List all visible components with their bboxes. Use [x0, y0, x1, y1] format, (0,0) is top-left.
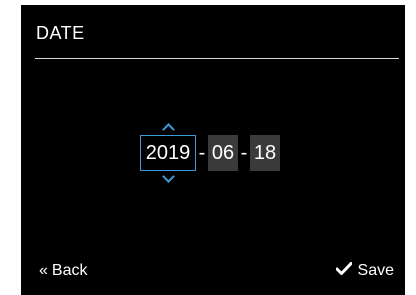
checkmark-icon [335, 262, 353, 280]
screen-title: DATE [36, 23, 85, 43]
chevron-up-icon[interactable] [162, 123, 175, 136]
date-screen: DATE 2019 - 06 - 18 « Back Save [21, 5, 405, 295]
day-value: 18 [253, 142, 277, 164]
date-picker: 2019 - 06 - 18 [140, 123, 280, 183]
chevron-down-icon[interactable] [162, 170, 175, 183]
year-field[interactable]: 2019 [140, 123, 196, 183]
double-chevron-left-icon: « [39, 262, 48, 279]
month-value: 06 [211, 142, 235, 164]
save-label: Save [357, 262, 394, 279]
day-field[interactable]: 18 [250, 135, 280, 171]
title-divider [35, 58, 399, 59]
save-button[interactable]: Save [335, 262, 394, 280]
date-separator: - [240, 142, 248, 164]
year-value: 2019 [145, 142, 191, 164]
date-separator: - [198, 142, 206, 164]
back-button[interactable]: « Back [39, 262, 87, 280]
month-field[interactable]: 06 [208, 135, 238, 171]
back-label: Back [51, 262, 88, 279]
